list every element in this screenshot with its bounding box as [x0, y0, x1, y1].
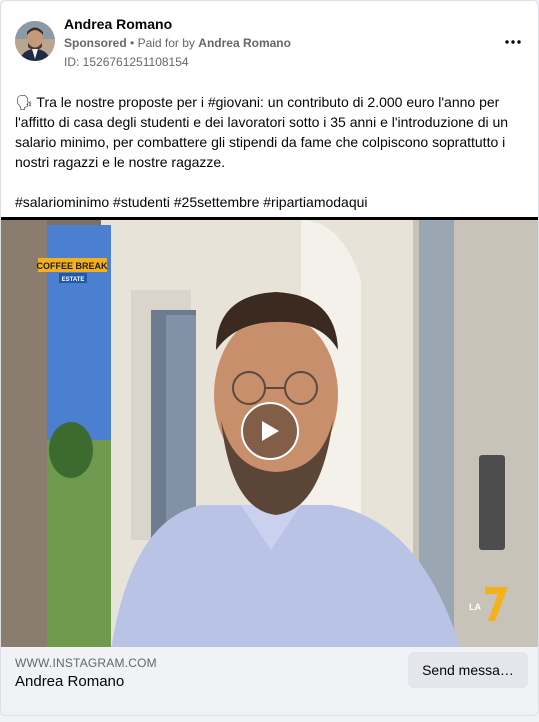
link-footer[interactable]: WWW.INSTAGRAM.COM Andrea Romano Send mes… [1, 647, 538, 715]
paid-for-prefix: Paid for by [137, 36, 195, 50]
post-hashtags[interactable]: #salariominimo #studenti #25settembre #r… [15, 192, 527, 212]
more-options-button[interactable] [501, 30, 525, 54]
post-body: 🗣 Tra le nostre proposte per i #giovani:… [15, 94, 509, 170]
link-title: Andrea Romano [15, 673, 125, 690]
sponsored-label: Sponsored [64, 36, 127, 50]
ad-meta: Sponsored • Paid for by Andrea Romano [64, 36, 291, 50]
paid-for-name[interactable]: Andrea Romano [198, 36, 291, 50]
overlay-brand: COFFEE BREAK [36, 261, 108, 271]
play-button[interactable] [241, 402, 299, 460]
ad-id: ID: 1526761251108154 [64, 55, 189, 69]
avatar[interactable] [15, 21, 55, 61]
post-text: 🗣 Tra le nostre proposte per i #giovani:… [15, 92, 527, 212]
meta-separator: • [130, 36, 135, 50]
play-icon [262, 421, 279, 441]
post-header: Andrea Romano Sponsored • Paid for by An… [15, 16, 525, 70]
author-name[interactable]: Andrea Romano [64, 16, 172, 32]
send-message-button[interactable]: Send messa… [408, 652, 528, 688]
overlay-sub: ESTATE [62, 277, 85, 283]
more-horizontal-icon [505, 40, 521, 44]
link-domain: WWW.INSTAGRAM.COM [15, 656, 157, 670]
channel-logo-text: LA [469, 602, 481, 612]
ad-post-card: Andrea Romano Sponsored • Paid for by An… [0, 0, 539, 716]
